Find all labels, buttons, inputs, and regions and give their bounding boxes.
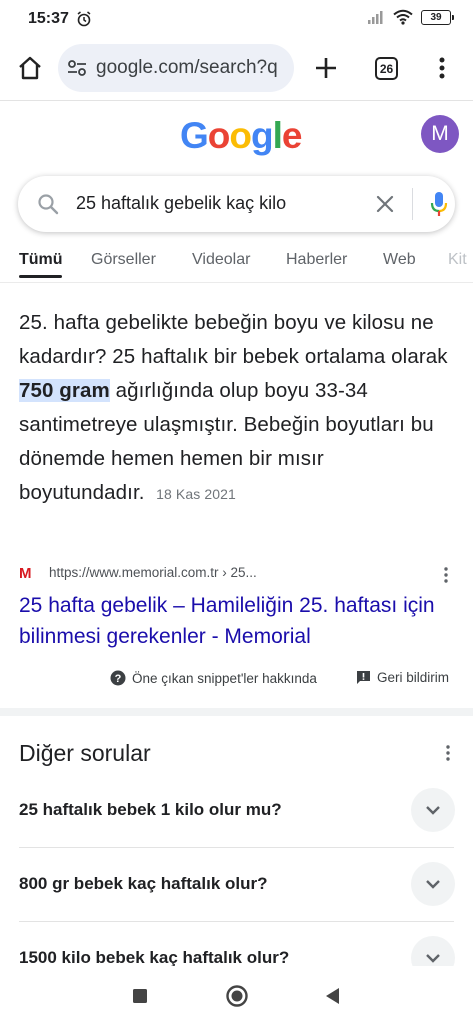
alarm-icon (77, 11, 91, 27)
battery-indicator: 39 (421, 9, 454, 25)
snippet-text-before: 25. hafta gebelikte bebeğin boyu ve kilo… (19, 311, 448, 368)
paa-question-text: 25 haftalık bebek 1 kilo olur mu? (19, 800, 282, 819)
paa-question-text: 800 gr bebek kaç haftalık olur? (19, 874, 268, 893)
tab-books[interactable]: Kit (448, 251, 467, 269)
expand-button[interactable] (411, 788, 455, 832)
expand-button[interactable] (411, 862, 455, 906)
search-input[interactable]: 25 haftalık gebelik kaç kilo (76, 193, 286, 214)
about-snippets-label: Öne çıkan snippet'ler hakkında (132, 670, 317, 686)
result-source[interactable]: M https://www.memorial.com.tr › 25... (19, 564, 459, 584)
tab-all[interactable]: Tümü (19, 251, 63, 269)
result-cite[interactable]: https://www.memorial.com.tr › 25... (49, 565, 257, 580)
tab-news[interactable]: Haberler (286, 251, 347, 269)
result-title-link[interactable]: 25 hafta gebelik – Hamileliğin 25. hafta… (19, 590, 459, 652)
tab-images[interactable]: Görseller (91, 251, 156, 269)
snippet-date: 18 Kas 2021 (156, 486, 236, 502)
chevron-down-icon (426, 880, 440, 889)
signal-icon (368, 11, 383, 24)
result-more-icon[interactable] (443, 566, 449, 584)
logo-letter: o (229, 115, 252, 156)
chevron-down-icon (426, 954, 440, 963)
system-nav-bar (0, 966, 473, 1024)
chevron-down-icon (426, 806, 440, 815)
wifi-icon (393, 9, 413, 25)
search-separator (412, 188, 413, 220)
google-logo[interactable]: Google (180, 115, 303, 157)
section-divider (0, 708, 473, 716)
paa-title: Diğer sorular (19, 740, 151, 766)
tab-web[interactable]: Web (383, 251, 416, 269)
status-bar: 15:37 39 (0, 0, 473, 40)
featured-snippet: 25. hafta gebelikte bebeğin boyu ve kilo… (19, 306, 453, 511)
paa-more-icon[interactable] (445, 744, 451, 762)
snippet-highlight: 750 gram (19, 379, 110, 402)
site-settings-icon[interactable] (66, 57, 88, 79)
feedback-link[interactable]: Geri bildirim (356, 670, 449, 685)
svg-text:?: ? (115, 673, 122, 685)
home-nav-icon[interactable] (225, 984, 249, 1008)
browser-toolbar: google.com/search?q 26 (0, 40, 473, 98)
paa-question-text: 1500 kilo bebek kaç haftalık olur? (19, 948, 290, 967)
help-icon: ? (110, 670, 126, 686)
search-tabs: Tümü Görseller Videolar Haberler Web Kit (0, 248, 473, 278)
featured-snippet-footer: ? Öne çıkan snippet'ler hakkında Geri bi… (0, 667, 473, 691)
recents-icon[interactable] (128, 984, 152, 1008)
logo-letter: G (180, 115, 209, 156)
url-text: google.com/search?q (96, 57, 278, 78)
toolbar-divider (0, 100, 473, 101)
tabs-divider (0, 282, 473, 283)
memorial-favicon: M (19, 565, 32, 582)
search-box[interactable]: 25 haftalık gebelik kaç kilo (18, 176, 455, 232)
about-snippets-link[interactable]: ? Öne çıkan snippet'ler hakkında (110, 670, 317, 686)
clear-icon[interactable] (373, 192, 397, 216)
home-icon[interactable] (16, 54, 44, 82)
more-menu-icon[interactable] (432, 54, 452, 82)
microphone-icon[interactable] (429, 190, 449, 218)
tab-switcher-button[interactable]: 26 (375, 57, 398, 80)
tab-videos[interactable]: Videolar (192, 251, 250, 269)
address-bar[interactable]: google.com/search?q (58, 44, 294, 92)
logo-letter: e (281, 115, 303, 156)
paa-question-1[interactable]: 25 haftalık bebek 1 kilo olur mu? (19, 774, 455, 848)
feedback-icon (357, 671, 370, 684)
logo-letter: o (207, 115, 231, 156)
logo-letter: l (272, 115, 283, 156)
active-tab-indicator (19, 275, 62, 278)
paa-question-2[interactable]: 800 gr bebek kaç haftalık olur? (19, 848, 455, 922)
feedback-label: Geri bildirim (377, 670, 450, 685)
avatar[interactable]: M (421, 115, 459, 153)
back-icon[interactable] (321, 984, 345, 1008)
logo-letter: g (251, 115, 274, 156)
new-tab-icon[interactable] (312, 54, 340, 82)
status-time: 15:37 (28, 10, 69, 27)
search-icon (38, 194, 59, 215)
